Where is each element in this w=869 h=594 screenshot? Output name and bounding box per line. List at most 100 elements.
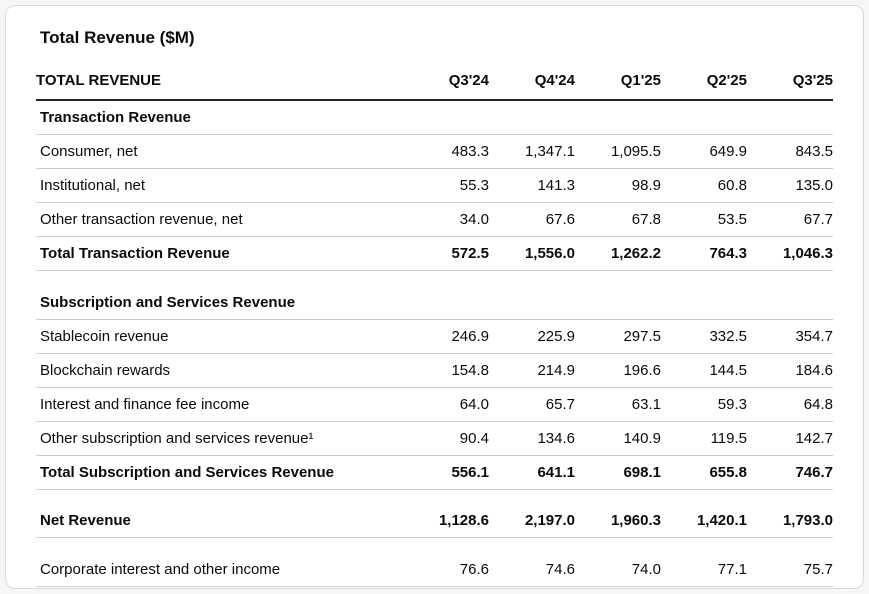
row-value: 746.7 (747, 455, 833, 490)
row-value (575, 100, 661, 135)
row-value (661, 100, 747, 135)
row-value (489, 285, 575, 320)
row-value: 354.7 (747, 319, 833, 354)
column-header-q4-24: Q4'24 (489, 64, 575, 101)
row-value: 698.1 (575, 455, 661, 490)
column-header-q2-25: Q2'25 (661, 64, 747, 101)
table-row: Interest and finance fee income 64.0 65.7 6… (36, 387, 833, 422)
row-value: 556.1 (403, 455, 489, 490)
row-value: 90.4 (403, 421, 489, 456)
row-value: 59.3 (661, 387, 747, 422)
row-value: 144.5 (661, 353, 747, 388)
row-value: 1,347.1 (489, 134, 575, 169)
row-value: 483.3 (403, 134, 489, 169)
row-label: Blockchain rewards (36, 353, 403, 388)
row-label: Total Subscription and Services Revenue (36, 455, 403, 490)
spacer-cell (36, 271, 833, 286)
table-row: Institutional, net 55.3 141.3 98.9 60.8 135.0 (36, 168, 833, 203)
row-value (661, 285, 747, 320)
row-value: 214.9 (489, 353, 575, 388)
row-value (747, 100, 833, 135)
row-label: Net Revenue (36, 504, 403, 538)
row-value: 764.3 (661, 236, 747, 271)
table-row: Other subscription and services revenue¹… (36, 421, 833, 456)
table-row: Corporate interest and other income 76.6 7… (36, 552, 833, 587)
row-value: 74.0 (575, 552, 661, 587)
row-value: 1,497.2 (661, 586, 747, 588)
row-value: 1,128.6 (403, 504, 489, 538)
row-value: 332.5 (661, 319, 747, 354)
spacer-row (36, 489, 833, 504)
column-header-label: TOTAL REVENUE (36, 64, 403, 101)
table-row: Other transaction revenue, net 34.0 67.6 67… (36, 202, 833, 237)
row-value: 142.7 (747, 421, 833, 456)
row-value: 63.1 (575, 387, 661, 422)
table-row: Stablecoin revenue 246.9 225.9 297.5 332.5 35… (36, 319, 833, 354)
page-title: Total Revenue ($M) (40, 28, 195, 47)
row-value: 64.0 (403, 387, 489, 422)
table-row: Subscription and Services Revenue (36, 285, 833, 320)
row-value: 2,271.6 (489, 586, 575, 588)
table-row: Blockchain rewards 154.8 214.9 196.6 144.5 18… (36, 353, 833, 388)
row-label: Total Revenue (36, 586, 403, 588)
row-value: 75.7 (747, 552, 833, 587)
row-label: Subscription and Services Revenue (36, 285, 403, 320)
column-header-q3-25: Q3'25 (747, 64, 833, 101)
table-row: Net Revenue 1,128.6 2,197.0 1,960.3 1,420.1 1… (36, 504, 833, 538)
table-header-row: TOTAL REVENUE Q3'24 Q4'24 Q1'25 Q2'25 Q3… (36, 64, 833, 101)
row-value: 246.9 (403, 319, 489, 354)
column-header-q1-25: Q1'25 (575, 64, 661, 101)
table-row: Total Revenue1,205.22,271.62,034.31,497.… (36, 586, 833, 588)
spacer-row (36, 538, 833, 553)
revenue-table: TOTAL REVENUE Q3'24 Q4'24 Q1'25 Q2'25 Q3… (36, 64, 833, 588)
row-value: 2,197.0 (489, 504, 575, 538)
row-value: 1,095.5 (575, 134, 661, 169)
row-label: Interest and finance fee income (36, 387, 403, 422)
table-row: Transaction Revenue (36, 100, 833, 135)
row-label: Consumer, net (36, 134, 403, 169)
row-value: 1,556.0 (489, 236, 575, 271)
row-value: 60.8 (661, 168, 747, 203)
row-value: 98.9 (575, 168, 661, 203)
column-header-q3-24: Q3'24 (403, 64, 489, 101)
row-value: 655.8 (661, 455, 747, 490)
row-value: 67.6 (489, 202, 575, 237)
row-value (403, 100, 489, 135)
row-value: 64.8 (747, 387, 833, 422)
row-value: 196.6 (575, 353, 661, 388)
row-value: 53.5 (661, 202, 747, 237)
row-value: 641.1 (489, 455, 575, 490)
row-value: 1,262.2 (575, 236, 661, 271)
row-label: Total Transaction Revenue (36, 236, 403, 271)
spacer-cell (36, 538, 833, 553)
row-value: 1,046.3 (747, 236, 833, 271)
row-value: 135.0 (747, 168, 833, 203)
row-label: Other transaction revenue, net (36, 202, 403, 237)
table-row: Total Subscription and Services Revenue 5… (36, 455, 833, 490)
table-row: Total Transaction Revenue 572.5 1,556.0 1,2… (36, 236, 833, 271)
row-label: Stablecoin revenue (36, 319, 403, 354)
row-value (575, 285, 661, 320)
row-value: 1,868.7 (747, 586, 833, 588)
row-label: Transaction Revenue (36, 100, 403, 135)
revenue-table-body: Transaction Revenue Consumer, net 483.3 1,3… (36, 100, 833, 588)
row-value: 119.5 (661, 421, 747, 456)
row-value: 843.5 (747, 134, 833, 169)
row-value: 297.5 (575, 319, 661, 354)
row-label: Institutional, net (36, 168, 403, 203)
row-value: 2,034.3 (575, 586, 661, 588)
row-value: 184.6 (747, 353, 833, 388)
row-value: 67.7 (747, 202, 833, 237)
revenue-card: Total Revenue ($M) TOTAL REVENUE Q3'24 Q… (5, 5, 864, 589)
row-value: 1,205.2 (403, 586, 489, 588)
row-value (747, 285, 833, 320)
row-value: 1,793.0 (747, 504, 833, 538)
spacer-row (36, 271, 833, 286)
row-label: Other subscription and services revenue¹ (36, 421, 403, 456)
row-value: 225.9 (489, 319, 575, 354)
row-label: Corporate interest and other income (36, 552, 403, 587)
row-value: 67.8 (575, 202, 661, 237)
row-value: 141.3 (489, 168, 575, 203)
row-value: 134.6 (489, 421, 575, 456)
spacer-cell (36, 489, 833, 504)
